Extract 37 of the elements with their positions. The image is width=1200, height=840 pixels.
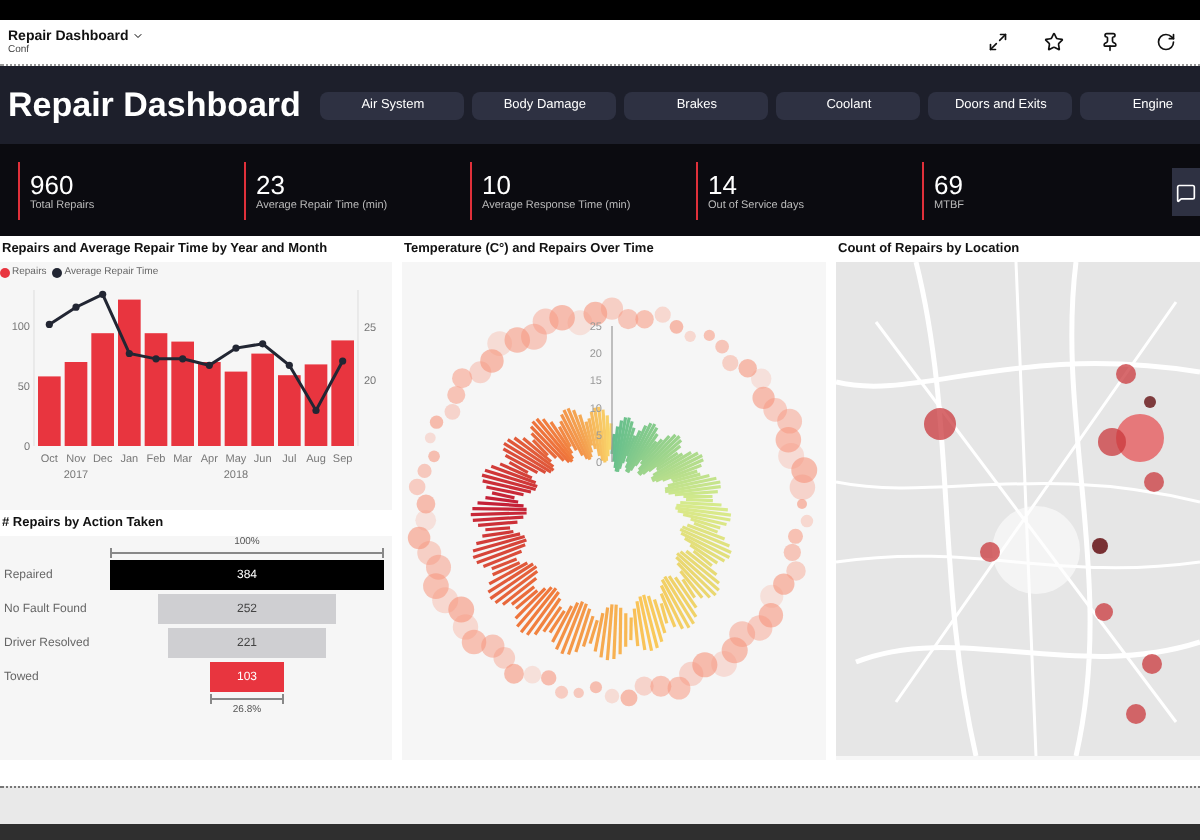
refresh-icon[interactable]	[1156, 32, 1176, 52]
repairs-bar	[171, 341, 194, 446]
repairs-bar	[64, 362, 88, 446]
repairs-bar	[304, 364, 328, 446]
repairs-bar	[278, 375, 301, 446]
point	[152, 355, 160, 363]
point	[312, 406, 320, 415]
repairs-bar	[144, 333, 168, 446]
kpi-value: 10	[482, 169, 513, 199]
axis-line	[611, 325, 613, 463]
repairs-bar	[251, 353, 274, 446]
point	[285, 361, 293, 369]
expand-icon[interactable]	[988, 32, 1008, 52]
point	[179, 355, 187, 363]
kpi-value: 14	[708, 169, 739, 199]
point	[72, 303, 80, 311]
bracket-line	[210, 694, 284, 704]
kpi-value: 69	[934, 169, 965, 199]
kpi-value: 23	[256, 169, 287, 199]
point	[259, 340, 267, 348]
point	[205, 361, 213, 369]
repairs-bar	[224, 371, 248, 446]
repairs-bar	[38, 376, 61, 446]
point	[45, 320, 53, 329]
dropdown-icon[interactable]	[132, 30, 145, 42]
repairs-bar	[91, 333, 114, 446]
pin-icon[interactable]	[1100, 32, 1120, 52]
point	[232, 344, 240, 352]
repairs-bar	[331, 340, 354, 446]
comment-icon[interactable]	[1172, 168, 1200, 216]
point	[339, 357, 347, 365]
point	[99, 290, 107, 298]
repairs-bar	[198, 362, 221, 446]
dashboard-title: Repair Dashboard	[8, 83, 301, 127]
kpi-value: 960	[30, 169, 76, 199]
point	[125, 349, 133, 358]
star-icon[interactable]	[1044, 32, 1064, 52]
